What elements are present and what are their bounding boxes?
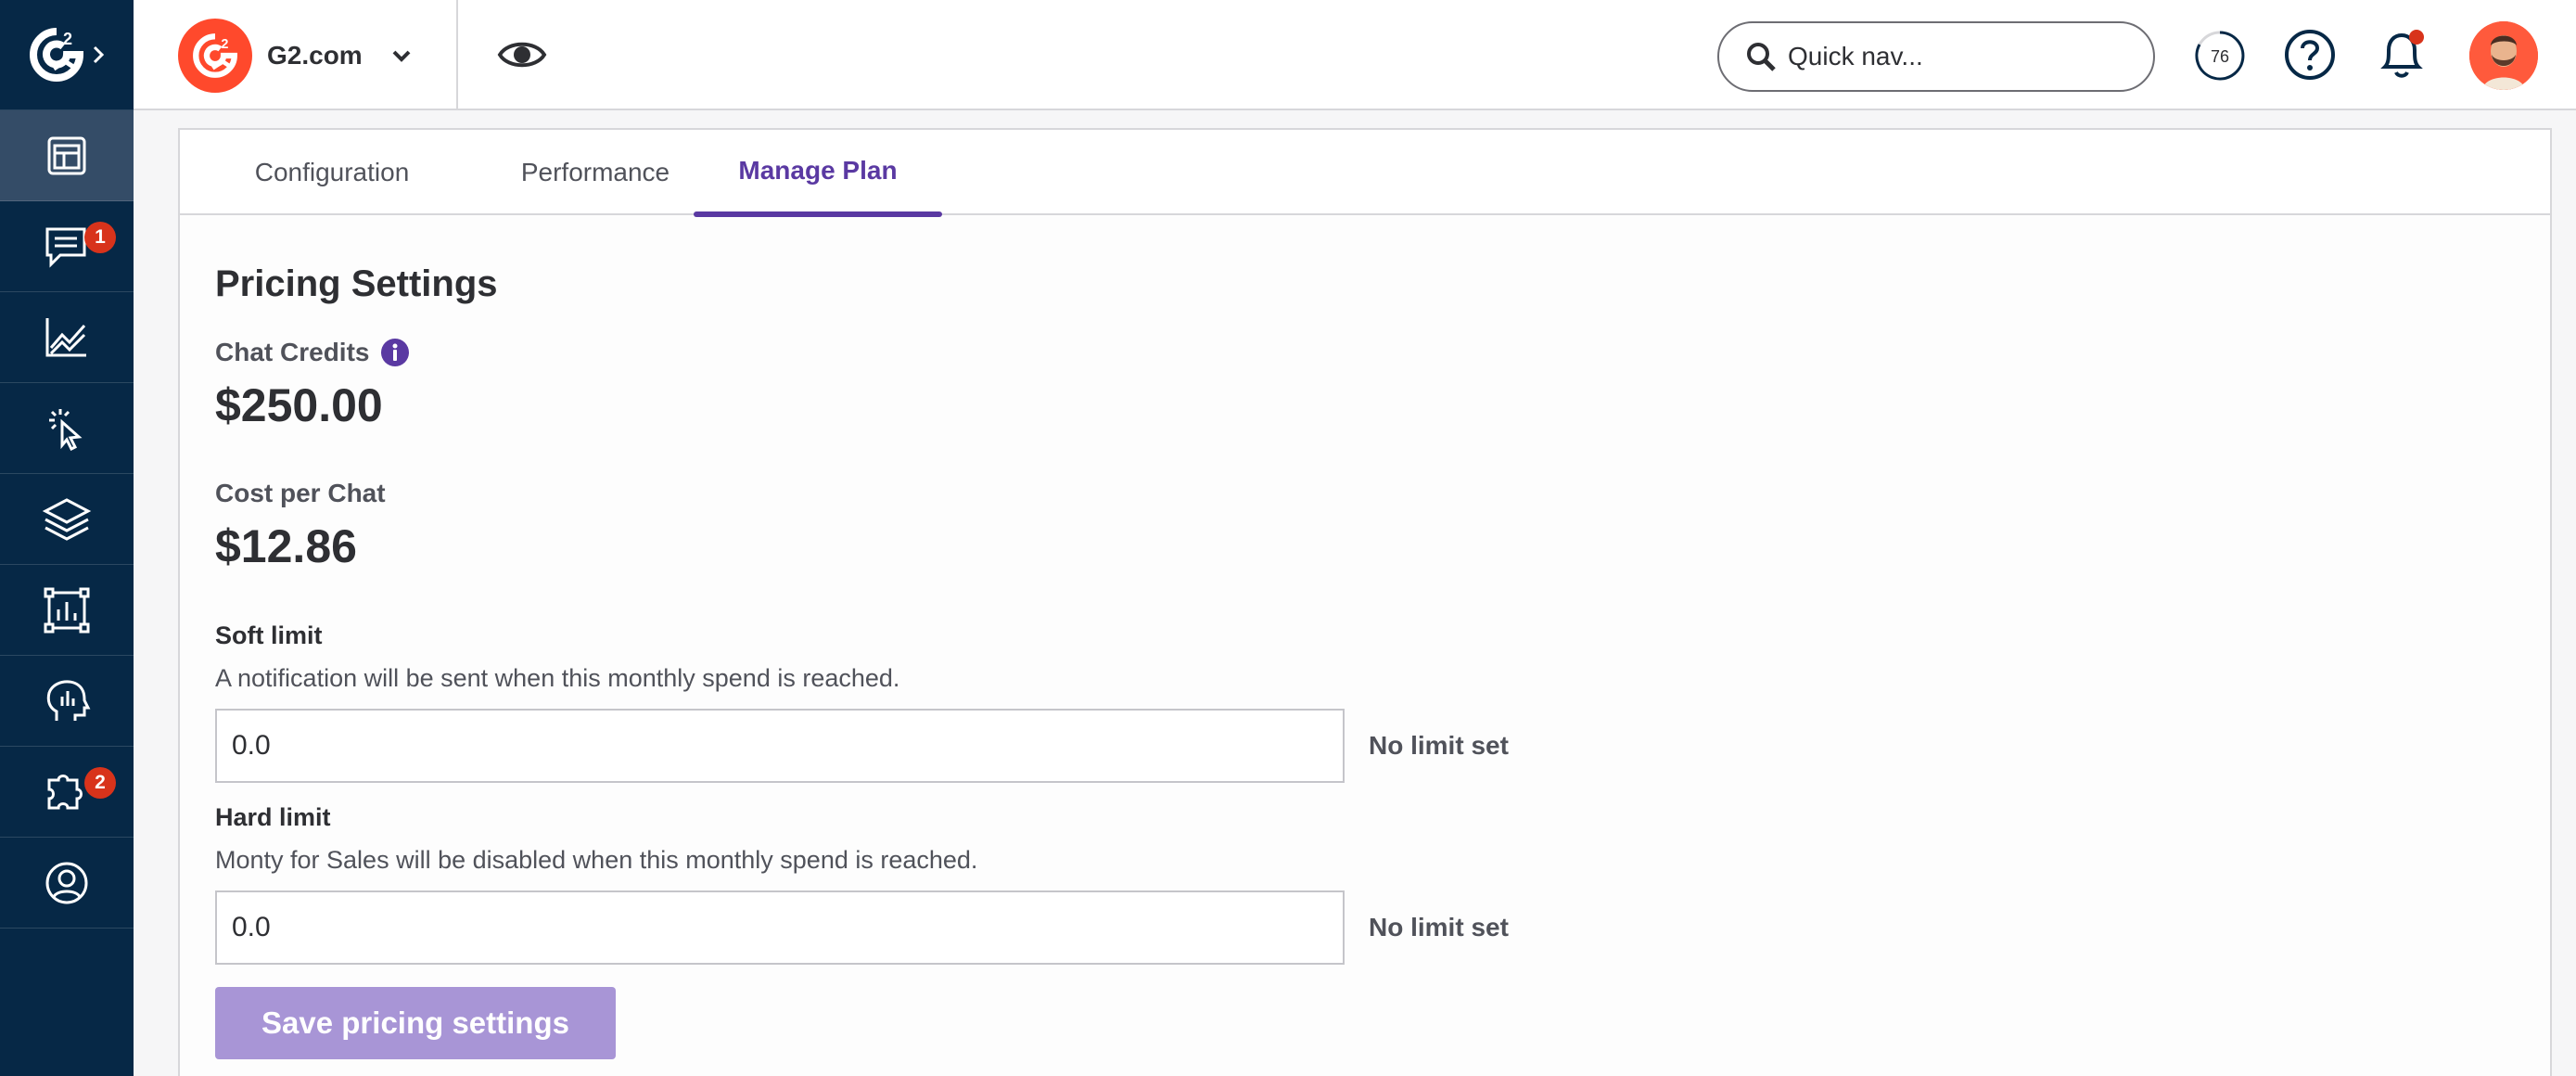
svg-text:2: 2 bbox=[63, 30, 72, 48]
notification-dot bbox=[2409, 30, 2424, 45]
chat-credits-label-row: Chat Credits bbox=[215, 338, 410, 367]
quick-nav-search[interactable] bbox=[1717, 21, 2155, 92]
report-icon bbox=[44, 587, 90, 633]
sidebar-item-dashboard[interactable] bbox=[0, 110, 134, 201]
chat-credits-label: Chat Credits bbox=[215, 338, 370, 366]
page-title: Pricing Settings bbox=[215, 263, 498, 304]
sidebar-item-reports[interactable] bbox=[0, 565, 134, 656]
tab-bar: Configuration Performance Manage Plan bbox=[180, 130, 2550, 217]
sidebar-item-chat[interactable]: 1 bbox=[0, 201, 134, 292]
product-name: G2.com bbox=[267, 40, 363, 70]
layers-icon bbox=[42, 497, 92, 541]
soft-limit-label: Soft limit bbox=[215, 621, 323, 649]
chevron-right-icon bbox=[93, 45, 105, 64]
sidebar-item-engagement[interactable] bbox=[0, 383, 134, 474]
tab-manage-plan-label: Manage Plan bbox=[738, 156, 898, 185]
dashboard-icon bbox=[47, 136, 86, 174]
hard-limit-label: Hard limit bbox=[215, 803, 331, 831]
left-navigation: 2 1 2 bbox=[0, 0, 134, 1076]
click-cursor-icon bbox=[49, 408, 83, 451]
settings-card: Configuration Performance Manage Plan Pr… bbox=[178, 128, 2552, 1076]
sidebar-item-analytics[interactable] bbox=[0, 292, 134, 383]
sidebar-item-integrations[interactable]: 2 bbox=[0, 747, 134, 838]
integrations-badge: 2 bbox=[84, 767, 116, 799]
analytics-icon bbox=[45, 317, 86, 356]
help-icon[interactable] bbox=[2283, 28, 2337, 82]
chat-credits-value: $250.00 bbox=[215, 379, 383, 431]
tab-performance[interactable]: Performance bbox=[490, 130, 701, 215]
hard-limit-note: No limit set bbox=[1369, 913, 1509, 942]
notification-bell-icon[interactable] bbox=[2372, 24, 2431, 83]
search-icon bbox=[1747, 43, 1776, 71]
svg-text:2: 2 bbox=[221, 36, 228, 51]
soft-limit-input[interactable] bbox=[215, 709, 1345, 783]
soft-limit-help: A notification will be sent when this mo… bbox=[215, 664, 900, 692]
search-input[interactable] bbox=[1788, 42, 2140, 71]
hard-limit-help: Monty for Sales will be disabled when th… bbox=[215, 846, 978, 874]
tab-performance-label: Performance bbox=[520, 158, 670, 186]
hard-limit-input[interactable] bbox=[215, 890, 1345, 965]
sidebar-item-insights[interactable] bbox=[0, 656, 134, 747]
user-avatar[interactable] bbox=[2469, 21, 2538, 90]
sidebar-item-profile[interactable] bbox=[0, 838, 134, 929]
tab-configuration-label: Configuration bbox=[254, 158, 410, 186]
profile-icon bbox=[45, 862, 88, 903]
integrations-icon bbox=[47, 774, 83, 809]
head-insights-icon bbox=[46, 679, 91, 721]
g2-logo[interactable]: 2 bbox=[0, 0, 134, 110]
score-value: 76 bbox=[2211, 47, 2229, 66]
product-logo: 2 bbox=[178, 18, 252, 93]
eye-icon[interactable] bbox=[497, 35, 547, 74]
top-bar: 2 G2.com 76 bbox=[134, 0, 2576, 110]
score-ring-icon[interactable]: 76 bbox=[2194, 30, 2246, 82]
g2-brand-icon: 2 bbox=[193, 32, 237, 78]
save-pricing-settings-button[interactable]: Save pricing settings bbox=[215, 987, 616, 1059]
avatar-image bbox=[2469, 21, 2538, 90]
cost-per-chat-value: $12.86 bbox=[215, 520, 357, 572]
chat-badge: 1 bbox=[84, 222, 116, 253]
product-switcher[interactable]: 2 G2.com bbox=[134, 0, 458, 110]
g2-logo-icon: 2 bbox=[30, 28, 84, 82]
soft-limit-note: No limit set bbox=[1369, 731, 1509, 760]
chevron-down-icon bbox=[392, 50, 411, 62]
tab-configuration[interactable]: Configuration bbox=[226, 130, 438, 215]
active-tab-indicator bbox=[694, 211, 942, 217]
chat-icon bbox=[45, 227, 86, 268]
cost-per-chat-label: Cost per Chat bbox=[215, 479, 386, 507]
tab-manage-plan[interactable]: Manage Plan bbox=[694, 130, 942, 217]
sidebar-item-layers[interactable] bbox=[0, 474, 134, 565]
info-icon[interactable] bbox=[380, 338, 410, 367]
